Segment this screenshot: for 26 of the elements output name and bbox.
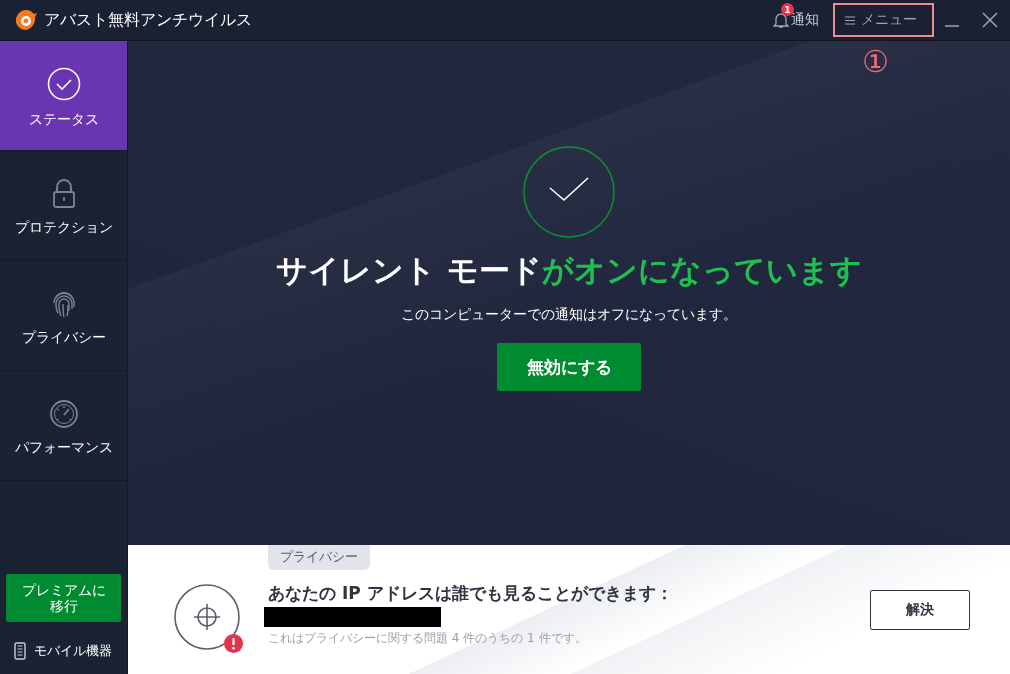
phone-icon xyxy=(14,642,26,660)
sidebar-tab[interactable]: ステータス xyxy=(0,41,127,151)
status-message: このコンピューターでの通知はオフになっています。 xyxy=(401,306,737,324)
window-title: アバスト無料アンチウイルス xyxy=(44,9,253,31)
close-icon[interactable] xyxy=(982,12,998,28)
alert-note: これはプライバシーに関する問題 4 件のうちの 1 件です。 xyxy=(268,630,587,647)
bell-icon xyxy=(773,11,789,29)
sidebar-tab[interactable]: プロテクション xyxy=(0,151,127,261)
annotation-number: ① xyxy=(862,44,889,79)
menu-button[interactable]: メニュー xyxy=(833,3,934,37)
premium-upgrade-button[interactable]: プレミアムに移行 xyxy=(6,574,121,622)
gauge-icon xyxy=(48,398,79,429)
mobile-devices-link[interactable]: モバイル機器 xyxy=(14,642,127,660)
sidebar-tab[interactable]: パフォーマンス xyxy=(0,371,127,481)
category-tag: プライバシー xyxy=(268,545,370,570)
status-check-icon xyxy=(523,146,615,238)
menu-icon xyxy=(845,15,855,25)
target-icon xyxy=(174,584,240,650)
status-headline: サイレント モードがオンになっています xyxy=(276,251,862,290)
check-circle-icon xyxy=(46,66,81,101)
sidebar-tab[interactable]: プライバシー xyxy=(0,261,127,371)
disable-button[interactable]: 無効にする xyxy=(497,343,641,391)
resolve-button[interactable]: 解決 xyxy=(870,590,970,630)
lock-icon xyxy=(51,178,76,209)
logo-icon xyxy=(14,8,38,32)
alert-title: あなたの IP アドレスは誰でも見ることができます： xyxy=(268,582,673,605)
